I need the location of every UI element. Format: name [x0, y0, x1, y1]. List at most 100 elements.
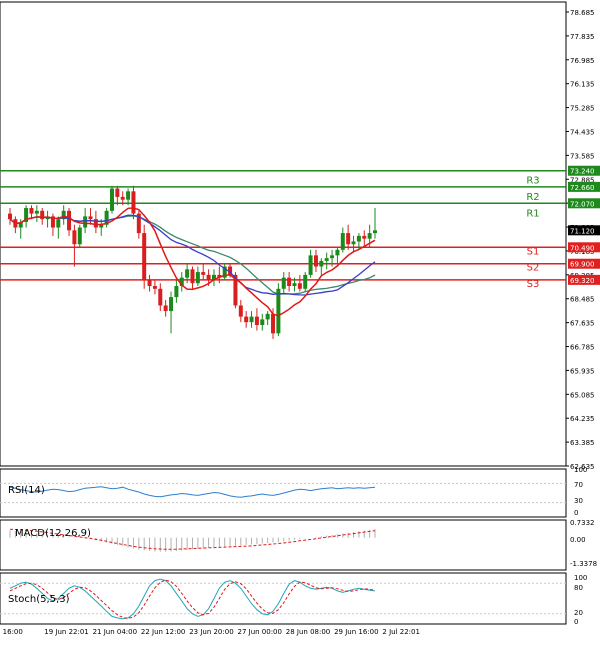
level-price-label: 73.240: [570, 168, 595, 176]
candle-bullish: [109, 188, 114, 211]
candle-bullish: [34, 210, 39, 214]
time-axis-label: 23 Jun 20:00: [189, 628, 233, 636]
candle-bullish: [77, 227, 82, 245]
candle-bullish: [83, 216, 88, 228]
rsi-tick-label: 70: [574, 481, 583, 489]
rsi-tick-label: 100: [574, 466, 587, 474]
level-name-s1: S1: [527, 246, 540, 257]
candle-bullish: [335, 249, 340, 256]
candle-bullish: [276, 288, 281, 334]
candle-bullish: [351, 241, 356, 245]
background: [0, 0, 600, 642]
price-tick-label: 63.385: [570, 439, 595, 447]
candle-bearish: [67, 210, 72, 231]
candle-bullish: [185, 269, 190, 278]
candle-bearish: [29, 208, 34, 214]
candle-bearish: [8, 213, 12, 220]
price-tick-label: 73.585: [570, 152, 595, 160]
candle-bullish: [292, 283, 297, 286]
time-axis-label: 29 Jun 16:00: [334, 628, 378, 636]
candle-bearish: [88, 216, 93, 220]
level-name-s3: S3: [527, 279, 540, 290]
candle-bearish: [254, 316, 259, 325]
candle-bullish: [281, 277, 286, 289]
rsi-tick-label: 30: [574, 497, 583, 505]
forex-chart: 78.685 77.835 76.985 76.135 75.285 74.435 73.5…: [0, 0, 600, 642]
price-tick-label: 74.435: [570, 128, 595, 136]
time-axis-label: 19 Jun 22:01: [44, 628, 88, 636]
macd-tick-label: 0.00: [570, 536, 586, 544]
level-price-label: 72.660: [570, 184, 595, 192]
candle-bearish: [346, 233, 351, 245]
current-price-label: 71.120: [570, 227, 595, 235]
time-axis-label: n 16:00: [0, 628, 23, 636]
candle-bearish: [238, 305, 243, 317]
level-name-r2: R2: [526, 192, 539, 203]
candle-bullish: [56, 219, 61, 228]
candle-bearish: [190, 269, 195, 284]
time-axis-label: 2 Jul 22:01: [382, 628, 420, 636]
candle-bullish: [367, 233, 372, 239]
level-price-label: 69.320: [570, 277, 595, 285]
price-tick-label: 76.985: [570, 57, 595, 65]
candle-bullish: [319, 260, 324, 267]
candle-bearish: [115, 188, 120, 197]
chart-canvas: 78.685 77.835 76.985 76.135 75.285 74.435 73.5…: [0, 0, 600, 642]
price-tick-label: 78.685: [570, 9, 595, 17]
price-tick-label: 66.785: [570, 344, 595, 352]
stoch-tick-label: 0: [574, 618, 578, 626]
level-price-label: 69.900: [570, 261, 595, 269]
candle-bullish: [249, 316, 254, 323]
stoch-tick-label: 20: [574, 609, 583, 617]
candle-bearish: [297, 283, 302, 289]
price-tick-label: 76.135: [570, 81, 595, 89]
time-axis-label: 21 Jun 04:00: [93, 628, 137, 636]
price-tick-label: 64.235: [570, 415, 595, 423]
stoch-title: Stoch(5,5,3): [8, 594, 70, 605]
candle-bearish: [287, 277, 292, 286]
time-axis-label: 28 Jun 08:00: [286, 628, 330, 636]
candle-bearish: [147, 280, 152, 286]
price-tick-label: 65.935: [570, 367, 595, 375]
candle-bullish: [265, 313, 270, 320]
candle-bearish: [131, 191, 136, 214]
price-tick-label: 77.835: [570, 33, 595, 41]
stoch-tick-label: 80: [574, 584, 583, 592]
candle-bearish: [362, 235, 367, 239]
stoch-tick-label: 100: [574, 574, 587, 582]
level-price-label: 72.070: [570, 200, 595, 208]
candle-bullish: [308, 255, 313, 275]
macd-title: MACD(12,26,9): [15, 528, 91, 539]
price-tick-label: 68.485: [570, 296, 595, 304]
macd-tick-label: 0.7332: [570, 519, 595, 527]
level-name-s2: S2: [527, 263, 540, 274]
candle-bearish: [271, 313, 276, 334]
price-tick-label: 75.285: [570, 105, 595, 113]
candle-bearish: [120, 196, 125, 200]
candle-bearish: [313, 255, 318, 267]
candle-bullish: [169, 297, 174, 312]
macd-tick-label: -1.3378: [570, 560, 597, 568]
candle-bullish: [373, 230, 377, 234]
candle-bullish: [260, 319, 265, 325]
candle-bullish: [195, 272, 200, 284]
candle-bullish: [126, 191, 131, 200]
level-price-label: 70.490: [570, 244, 595, 252]
time-axis-label: 22 Jun 12:00: [141, 628, 185, 636]
level-name-r1: R1: [526, 208, 539, 219]
candle-bullish: [303, 274, 308, 289]
candle-bullish: [340, 233, 345, 250]
candle-bullish: [324, 258, 329, 261]
price-tick-label: 65.085: [570, 391, 595, 399]
candle-bearish: [158, 288, 163, 306]
candle-bullish: [174, 285, 179, 298]
candle-bearish: [142, 233, 147, 281]
candle-bearish: [201, 272, 206, 275]
candle-bullish: [356, 235, 361, 242]
candle-bullish: [330, 255, 335, 259]
rsi-tick-label: 0: [574, 509, 578, 517]
candle-bearish: [72, 230, 77, 245]
time-axis-label: 27 Jun 00:00: [238, 628, 282, 636]
price-tick-label: 67.635: [570, 320, 595, 328]
candle-bearish: [244, 316, 249, 323]
